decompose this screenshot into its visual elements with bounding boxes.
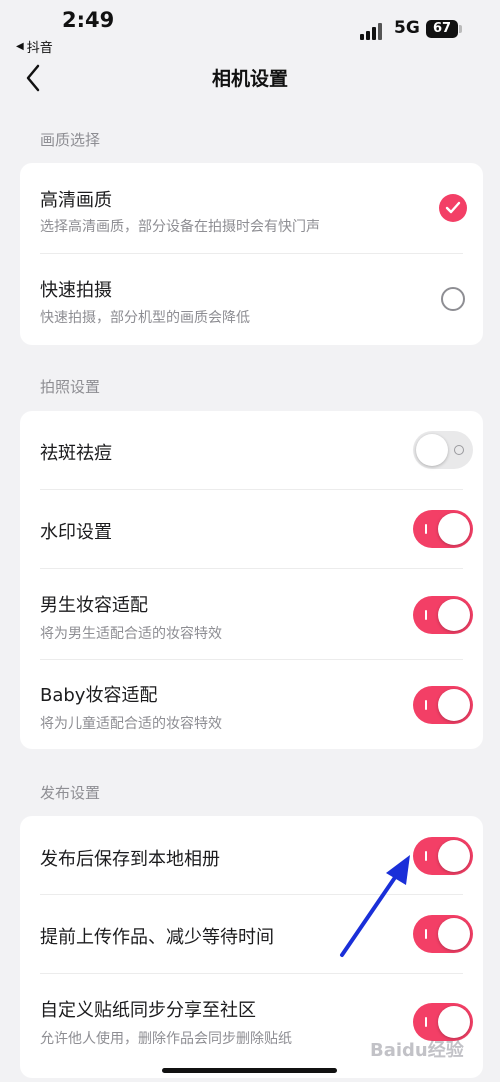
watermark-toggle[interactable] xyxy=(413,510,473,548)
option-fast-capture[interactable]: 快速拍摄 快速拍摄，部分机型的画质会降低 xyxy=(20,254,483,345)
male-makeup-toggle[interactable] xyxy=(413,596,473,634)
toggle-knob xyxy=(416,434,448,466)
option-hd-quality[interactable]: 高清画质 选择高清画质，部分设备在拍摄时会有快门声 xyxy=(20,163,483,254)
toggle-on-bar-icon xyxy=(425,929,427,939)
toggle-on-bar-icon xyxy=(425,524,427,534)
back-app-label: 抖音 xyxy=(26,41,53,56)
blemish-toggle[interactable] xyxy=(413,431,473,469)
setting-blemish: 祛斑祛痘 xyxy=(20,411,483,490)
section-label-quality: 画质选择 xyxy=(40,131,101,149)
setting-title: 男生妆容适配 xyxy=(40,595,148,616)
option-desc: 快速拍摄，部分机型的画质会降低 xyxy=(40,310,250,326)
setting-title: 发布后保存到本地相册 xyxy=(40,849,220,870)
back-triangle-icon: ◀ xyxy=(16,41,24,52)
radio-unselected-icon[interactable] xyxy=(441,287,465,311)
option-title: 高清画质 xyxy=(40,190,112,211)
toggle-knob xyxy=(438,689,470,721)
baby-makeup-toggle[interactable] xyxy=(413,686,473,724)
setting-male-makeup: 男生妆容适配 将为男生适配合适的妆容特效 xyxy=(20,569,483,659)
checkmark-selected-icon[interactable] xyxy=(439,194,467,222)
toggle-knob xyxy=(438,599,470,631)
toggle-knob xyxy=(438,840,470,872)
toggle-on-bar-icon xyxy=(425,1017,427,1027)
setting-watermark: 水印设置 xyxy=(20,490,483,569)
annotation-arrow-icon xyxy=(330,845,420,965)
setting-desc: 将为男生适配合适的妆容特效 xyxy=(40,626,222,642)
status-time: 2:49 xyxy=(62,8,115,32)
toggle-on-bar-icon xyxy=(425,610,427,620)
setting-title: 自定义贴纸同步分享至社区 xyxy=(40,1000,256,1021)
photo-card: 祛斑祛痘 水印设置 男生妆容适配 将为男生适配合适的妆容特效 Baby妆容适配 … xyxy=(20,411,483,749)
toggle-on-bar-icon xyxy=(425,851,427,861)
toggle-knob xyxy=(438,1006,470,1038)
toggle-off-ring-icon xyxy=(454,445,464,455)
setting-title: 提前上传作品、减少等待时间 xyxy=(40,927,274,948)
setting-title: 祛斑祛痘 xyxy=(40,443,112,464)
signal-icon xyxy=(360,22,385,40)
section-label-publish: 发布设置 xyxy=(40,784,101,802)
page-title: 相机设置 xyxy=(211,68,288,90)
setting-title: 水印设置 xyxy=(40,522,112,543)
toggle-knob xyxy=(438,918,470,950)
back-to-app-link[interactable]: ◀ 抖音 xyxy=(16,37,53,56)
watermark: Baidu经验 xyxy=(370,1040,464,1061)
setting-desc: 将为儿童适配合适的妆容特效 xyxy=(40,716,222,732)
section-label-photo: 拍照设置 xyxy=(40,378,101,396)
option-title: 快速拍摄 xyxy=(40,280,112,301)
toggle-knob xyxy=(438,513,470,545)
home-indicator[interactable] xyxy=(162,1068,337,1073)
toggle-on-bar-icon xyxy=(425,700,427,710)
setting-baby-makeup: Baby妆容适配 将为儿童适配合适的妆容特效 xyxy=(20,660,483,749)
battery-tip xyxy=(459,25,462,33)
preupload-toggle[interactable] xyxy=(413,915,473,953)
network-type: 5G xyxy=(394,18,420,38)
battery-icon: 67 xyxy=(426,20,458,38)
setting-sticker-share: 自定义贴纸同步分享至社区 允许他人使用，删除作品会同步删除贴纸 xyxy=(20,974,483,1078)
quality-card: 高清画质 选择高清画质，部分设备在拍摄时会有快门声 快速拍摄 快速拍摄，部分机型… xyxy=(20,163,483,345)
option-desc: 选择高清画质，部分设备在拍摄时会有快门声 xyxy=(40,219,320,235)
save-local-toggle[interactable] xyxy=(413,837,473,875)
setting-title: Baby妆容适配 xyxy=(40,685,158,706)
setting-desc: 允许他人使用，删除作品会同步删除贴纸 xyxy=(40,1031,292,1047)
camera-settings-page: 2:49 ◀ 抖音 5G 67 相机设置 画质选择 高清画质 选择高清画质，部分… xyxy=(0,0,500,1082)
